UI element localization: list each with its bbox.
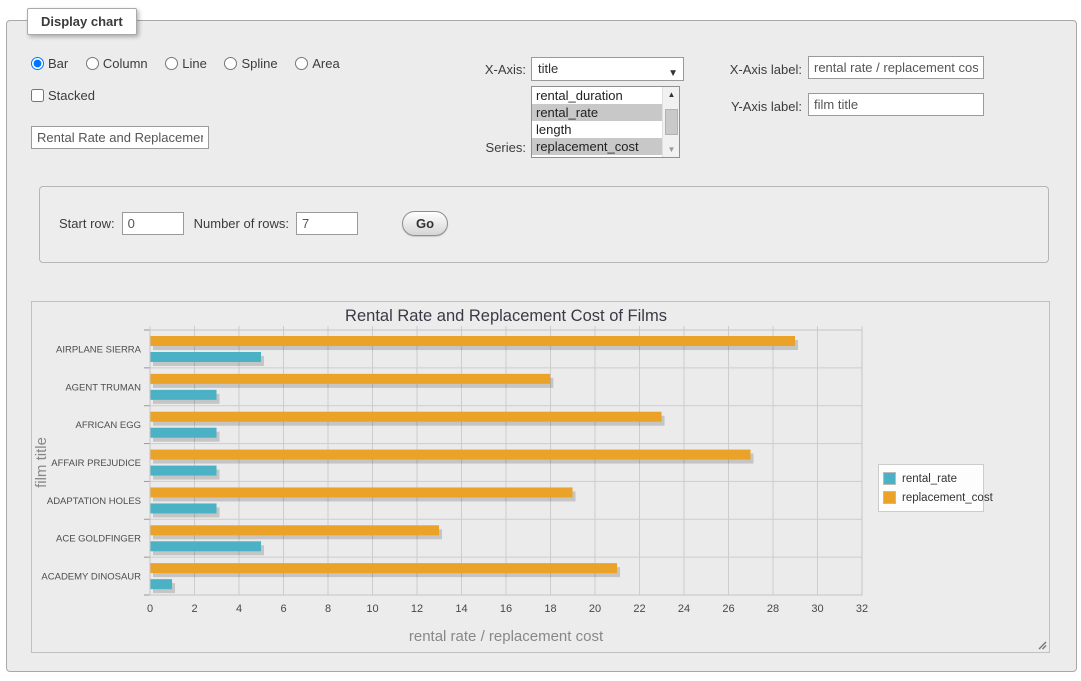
series-listbox[interactable]: rental_duration rental_rate length repla… bbox=[531, 86, 680, 158]
rows-panel: Start row: Number of rows: Go bbox=[39, 186, 1049, 263]
resize-handle-icon[interactable] bbox=[1035, 638, 1047, 650]
bar-rental_rate bbox=[150, 541, 261, 551]
svg-text:10: 10 bbox=[366, 603, 378, 615]
display-chart-fieldset: Display chart Bar Column Line Spline Are… bbox=[6, 20, 1077, 672]
radio-column-input[interactable] bbox=[86, 57, 99, 70]
svg-text:8: 8 bbox=[325, 603, 331, 615]
series-label-text: Series: bbox=[452, 140, 526, 155]
svg-text:AGENT TRUMAN: AGENT TRUMAN bbox=[65, 382, 141, 393]
stacked-label: Stacked bbox=[48, 88, 95, 103]
radio-bar-input[interactable] bbox=[31, 57, 44, 70]
scrollbar-thumb[interactable] bbox=[665, 109, 678, 135]
go-button[interactable]: Go bbox=[402, 211, 448, 236]
start-row-input[interactable] bbox=[122, 212, 184, 235]
bar-replacement_cost bbox=[150, 487, 573, 497]
svg-text:Rental Rate and Replacement Co: Rental Rate and Replacement Cost of Film… bbox=[345, 307, 667, 325]
fieldset-legend: Display chart bbox=[27, 8, 137, 35]
radio-spline-input[interactable] bbox=[224, 57, 237, 70]
chart-legend: rental_rate replacement_cost bbox=[878, 464, 984, 512]
radio-bar-label: Bar bbox=[48, 56, 68, 71]
y-axis-label-input[interactable] bbox=[808, 93, 984, 116]
svg-text:24: 24 bbox=[678, 603, 690, 615]
bar-rental_rate bbox=[150, 428, 217, 438]
radio-bar[interactable]: Bar bbox=[31, 56, 68, 71]
svg-text:14: 14 bbox=[455, 603, 467, 615]
x-axis-label-caption: X-Axis label: bbox=[697, 62, 802, 77]
x-axis-label-text: X-Axis: bbox=[452, 62, 526, 77]
bar-replacement_cost bbox=[150, 336, 795, 346]
num-rows-label: Number of rows: bbox=[194, 216, 289, 231]
legend-swatch bbox=[883, 472, 896, 485]
scroll-up-icon[interactable]: ▲ bbox=[663, 87, 680, 102]
svg-text:18: 18 bbox=[544, 603, 556, 615]
x-axis-select[interactable]: title ▼ bbox=[531, 57, 684, 81]
svg-text:12: 12 bbox=[411, 603, 423, 615]
svg-text:ACADEMY DINOSAUR: ACADEMY DINOSAUR bbox=[41, 572, 141, 583]
chart-title-input[interactable] bbox=[31, 126, 209, 149]
bar-rental_rate bbox=[150, 390, 217, 400]
bar-replacement_cost bbox=[150, 563, 617, 573]
radio-line-label: Line bbox=[182, 56, 207, 71]
radio-column-label: Column bbox=[103, 56, 148, 71]
x-axis-label-input[interactable] bbox=[808, 56, 984, 79]
radio-area-label: Area bbox=[312, 56, 339, 71]
x-axis-selected-value: title bbox=[538, 61, 558, 76]
svg-text:4: 4 bbox=[236, 603, 242, 615]
svg-text:rental rate / replacement cost: rental rate / replacement cost bbox=[409, 628, 604, 645]
svg-text:30: 30 bbox=[811, 603, 823, 615]
bar-rental_rate bbox=[150, 466, 217, 476]
svg-text:AIRPLANE SIERRA: AIRPLANE SIERRA bbox=[56, 344, 142, 355]
legend-item-rental_rate: rental_rate bbox=[883, 469, 977, 488]
chevron-down-icon: ▼ bbox=[668, 63, 678, 85]
stacked-checkbox-row[interactable]: Stacked bbox=[31, 88, 95, 103]
radio-area-input[interactable] bbox=[295, 57, 308, 70]
svg-text:6: 6 bbox=[280, 603, 286, 615]
chart-type-radios: Bar Column Line Spline Area bbox=[31, 56, 354, 71]
svg-text:ADAPTATION HOLES: ADAPTATION HOLES bbox=[47, 496, 141, 507]
num-rows-input[interactable] bbox=[296, 212, 358, 235]
bar-replacement_cost bbox=[150, 374, 550, 384]
svg-text:22: 22 bbox=[633, 603, 645, 615]
series-option-replacement-cost[interactable]: replacement_cost bbox=[532, 138, 662, 155]
legend-swatch bbox=[883, 491, 896, 504]
svg-text:0: 0 bbox=[147, 603, 153, 615]
series-options: rental_duration rental_rate length repla… bbox=[532, 87, 662, 157]
radio-column[interactable]: Column bbox=[86, 56, 148, 71]
radio-spline[interactable]: Spline bbox=[224, 56, 277, 71]
radio-line-input[interactable] bbox=[165, 57, 178, 70]
series-option-rental-duration[interactable]: rental_duration bbox=[532, 87, 662, 104]
radio-spline-label: Spline bbox=[241, 56, 277, 71]
svg-text:film title: film title bbox=[33, 437, 50, 488]
listbox-scrollbar[interactable]: ▲ ▼ bbox=[662, 87, 679, 157]
svg-text:16: 16 bbox=[500, 603, 512, 615]
scroll-down-icon[interactable]: ▼ bbox=[663, 142, 680, 157]
svg-text:AFRICAN EGG: AFRICAN EGG bbox=[76, 420, 141, 431]
legend-item-replacement_cost: replacement_cost bbox=[883, 488, 977, 507]
svg-text:32: 32 bbox=[856, 603, 868, 615]
series-option-length[interactable]: length bbox=[532, 121, 662, 138]
svg-text:20: 20 bbox=[589, 603, 601, 615]
bar-replacement_cost bbox=[150, 525, 439, 535]
svg-text:28: 28 bbox=[767, 603, 779, 615]
radio-line[interactable]: Line bbox=[165, 56, 207, 71]
bar-replacement_cost bbox=[150, 450, 751, 460]
series-option-rental-rate[interactable]: rental_rate bbox=[532, 104, 662, 121]
svg-text:2: 2 bbox=[191, 603, 197, 615]
y-axis-label-caption: Y-Axis label: bbox=[697, 99, 802, 114]
bar-rental_rate bbox=[150, 579, 172, 589]
legend-label: replacement_cost bbox=[902, 492, 993, 504]
svg-text:AFFAIR PREJUDICE: AFFAIR PREJUDICE bbox=[51, 458, 141, 469]
chart-container: Rental Rate and Replacement Cost of Film… bbox=[31, 301, 1050, 653]
legend-label: rental_rate bbox=[902, 473, 957, 485]
bar-rental_rate bbox=[150, 503, 217, 513]
bar-rental_rate bbox=[150, 352, 261, 362]
svg-text:26: 26 bbox=[722, 603, 734, 615]
start-row-label: Start row: bbox=[59, 216, 115, 231]
svg-text:ACE GOLDFINGER: ACE GOLDFINGER bbox=[56, 534, 141, 545]
stacked-checkbox[interactable] bbox=[31, 89, 44, 102]
radio-area[interactable]: Area bbox=[295, 56, 339, 71]
bar-replacement_cost bbox=[150, 412, 662, 422]
